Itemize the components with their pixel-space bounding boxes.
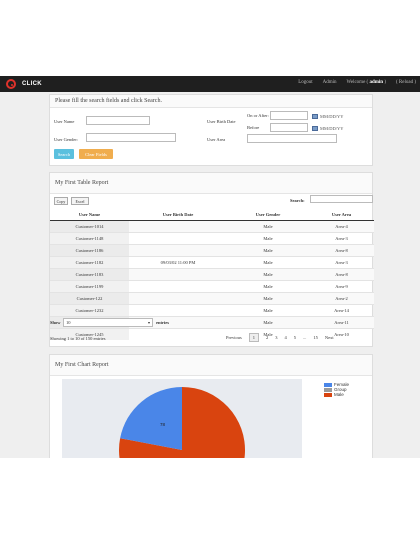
top-nav: Logout Admin Welcome ( admin ) ( Reload …: [298, 80, 416, 85]
legend-item-male: Male: [324, 392, 349, 397]
legend-swatch: [324, 392, 332, 397]
reload-link[interactable]: ( Reload ): [396, 80, 416, 85]
logo-icon: [6, 79, 16, 89]
welcome-text: Welcome ( admin ): [347, 80, 386, 85]
legend-label: Male: [334, 392, 344, 397]
welcome-suffix: ): [384, 80, 386, 85]
current-user: admin: [369, 80, 384, 85]
logout-link[interactable]: Logout: [298, 80, 312, 85]
admin-link[interactable]: Admin: [323, 80, 337, 85]
pie-data-label: 78: [160, 422, 166, 427]
app-logo[interactable]: CLICK: [6, 78, 42, 90]
legend-swatch: [324, 382, 332, 387]
pie-chart: 78: [62, 379, 302, 458]
chart-clip: 78: [0, 92, 420, 458]
top-navbar: CLICK Logout Admin Welcome ( admin ) ( R…: [0, 76, 420, 92]
chart-legend: Female Group Male: [324, 382, 349, 397]
welcome-prefix: Welcome (: [346, 80, 369, 85]
app-name: CLICK: [22, 81, 42, 87]
legend-swatch: [324, 387, 332, 392]
